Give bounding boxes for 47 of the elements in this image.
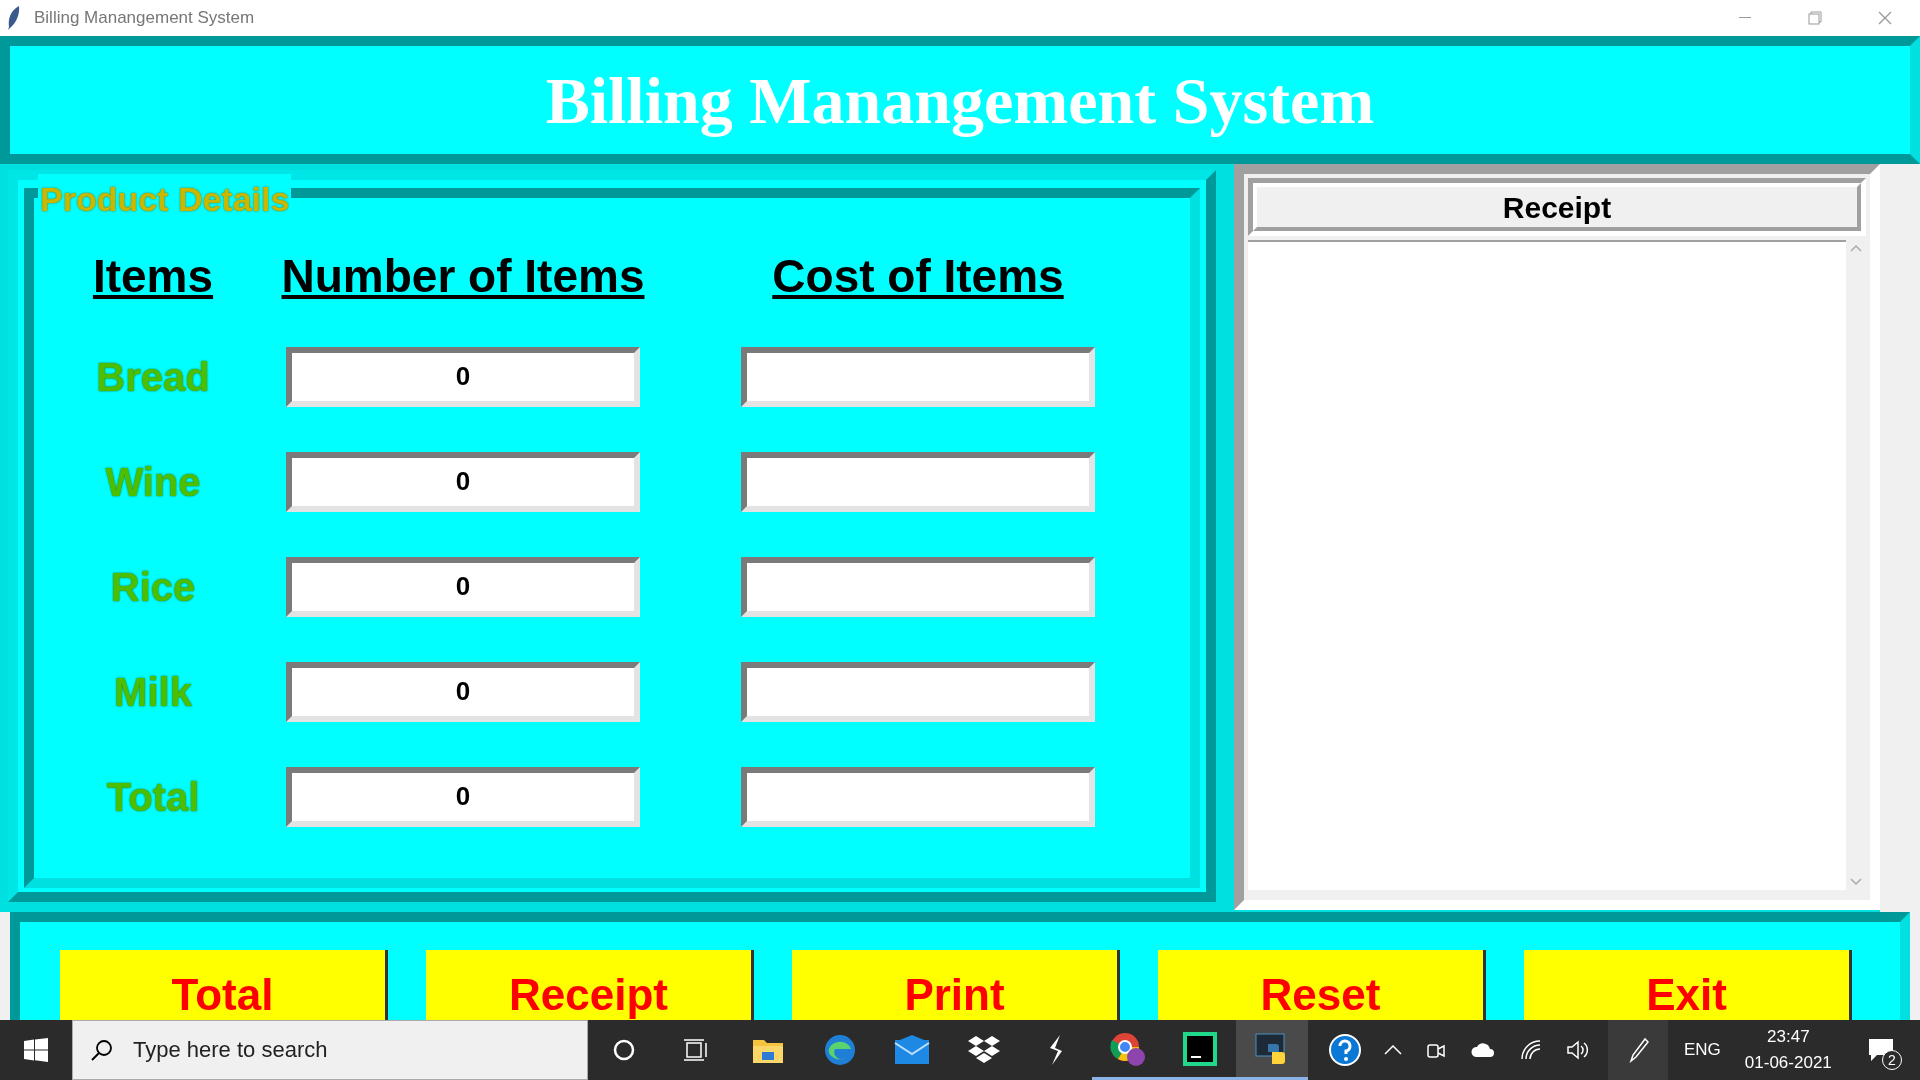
- item-label: Rice: [110, 563, 196, 611]
- action-button[interactable]: Exit: [1524, 950, 1852, 1020]
- number-field[interactable]: 0: [286, 556, 640, 617]
- cost-field[interactable]: [741, 451, 1095, 512]
- clock-time[interactable]: 23:47: [1767, 1024, 1810, 1050]
- number-field[interactable]: 0: [286, 346, 640, 407]
- pen-button[interactable]: [1608, 1020, 1668, 1080]
- clock-date[interactable]: 01-06-2021: [1744, 1050, 1832, 1076]
- minimize-icon: [1739, 17, 1751, 19]
- action-button[interactable]: Print: [792, 950, 1120, 1020]
- app-title: Billing Manangement System: [545, 62, 1375, 139]
- item-label: Bread: [96, 353, 210, 401]
- action-button[interactable]: Receipt: [426, 950, 754, 1020]
- number-field[interactable]: 0: [286, 766, 640, 827]
- notification-count: 2: [1881, 1050, 1902, 1070]
- chevron-up-icon[interactable]: [1384, 1045, 1402, 1055]
- number-field[interactable]: 0: [286, 661, 640, 722]
- language-indicator[interactable]: ENG: [1684, 1037, 1721, 1063]
- feather-icon: [6, 5, 22, 31]
- column-heading: Items: [92, 248, 214, 304]
- cost-field[interactable]: [741, 346, 1095, 407]
- cost-field[interactable]: [741, 661, 1095, 722]
- cloud-icon[interactable]: [1470, 1042, 1496, 1058]
- restore-icon: [1808, 11, 1822, 25]
- action-button[interactable]: Total: [60, 950, 388, 1020]
- pen-icon: [1627, 1037, 1649, 1063]
- python-taskbar-icon[interactable]: [1236, 1020, 1308, 1080]
- item-label: Wine: [105, 458, 201, 506]
- windows-icon: [24, 1038, 48, 1062]
- receipt-heading: Receipt: [1253, 183, 1861, 231]
- number-field[interactable]: 0: [286, 451, 640, 512]
- cost-field[interactable]: [741, 556, 1095, 617]
- speaker-icon[interactable]: [1566, 1039, 1590, 1061]
- item-label: Total: [106, 773, 200, 821]
- column-heading: Cost of Items: [772, 248, 1064, 304]
- item-label: Milk: [114, 668, 192, 716]
- notification-button[interactable]: 2: [1855, 1030, 1906, 1070]
- help-icon[interactable]: [1328, 1033, 1362, 1067]
- column-heading: Number of Items: [281, 248, 645, 304]
- window-title: Billing Manangement System: [34, 7, 255, 30]
- wifi-icon[interactable]: [1520, 1039, 1542, 1061]
- cost-field[interactable]: [741, 766, 1095, 827]
- action-button[interactable]: Reset: [1158, 950, 1486, 1020]
- notification-icon: [1866, 1037, 1895, 1063]
- close-icon: [1878, 11, 1892, 25]
- search-icon: [90, 1038, 114, 1062]
- search-field[interactable]: Type here to search: [72, 1020, 588, 1080]
